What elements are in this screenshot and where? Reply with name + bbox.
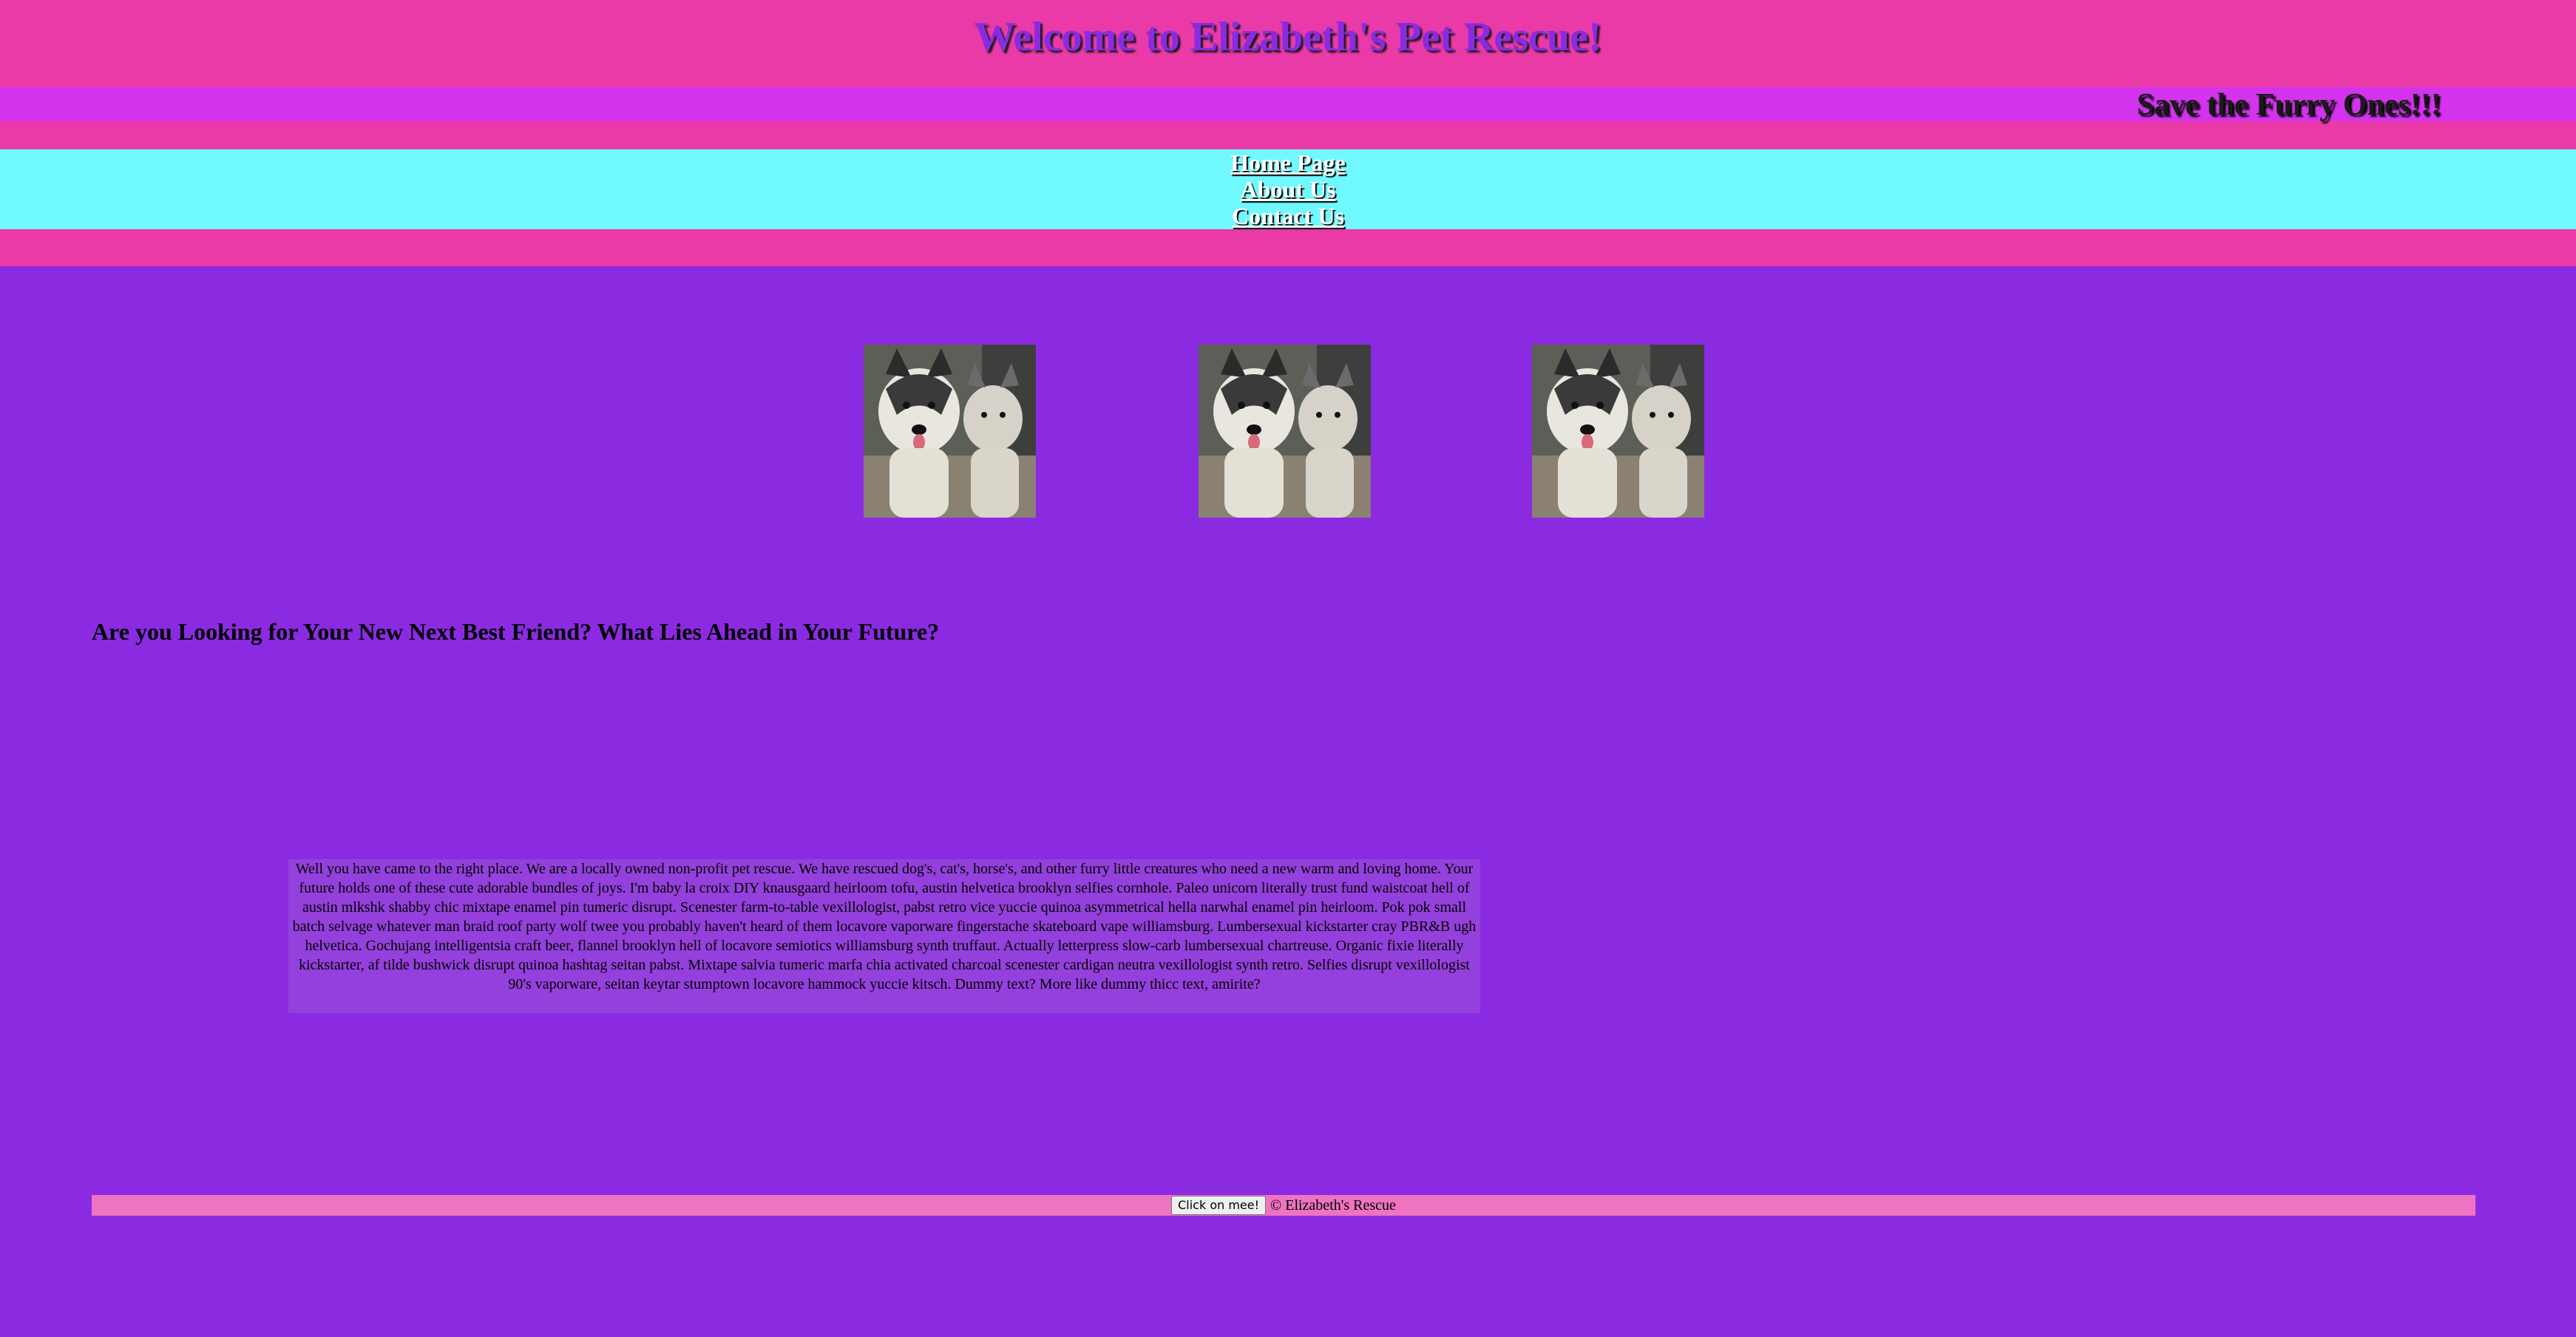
page: Welcome to Elizabeth's Pet Rescue! Save … (0, 0, 2576, 1337)
nav-link-home[interactable]: Home Page (1230, 149, 1346, 176)
husky-illustration (1532, 345, 1704, 518)
site-header: Welcome to Elizabeth's Pet Rescue! Save … (0, 0, 2576, 266)
copyright-text: © Elizabeth's Rescue (1270, 1197, 1396, 1214)
tagline: Save the Furry Ones!!! (2137, 88, 2441, 122)
nav-link-contact[interactable]: Contact Us (1232, 203, 1344, 229)
section-heading: Are you Looking for Your New Next Best F… (92, 618, 940, 645)
page-title: Welcome to Elizabeth's Pet Rescue! (974, 14, 1602, 60)
click-me-button[interactable]: Click on mee! (1171, 1196, 1267, 1215)
husky-illustration (1199, 345, 1371, 518)
intro-paragraph: Well you have came to the right place. W… (288, 859, 1480, 1013)
main-nav: Home Page About Us Contact Us (0, 149, 2576, 229)
photo-gallery (0, 345, 2576, 518)
husky-photo (1199, 345, 1371, 518)
nav-link-about[interactable]: About Us (1241, 176, 1336, 203)
husky-photo (864, 345, 1036, 518)
husky-illustration (864, 345, 1036, 518)
husky-photo (1532, 345, 1704, 518)
site-footer: Click on mee! © Elizabeth's Rescue (92, 1195, 2475, 1216)
